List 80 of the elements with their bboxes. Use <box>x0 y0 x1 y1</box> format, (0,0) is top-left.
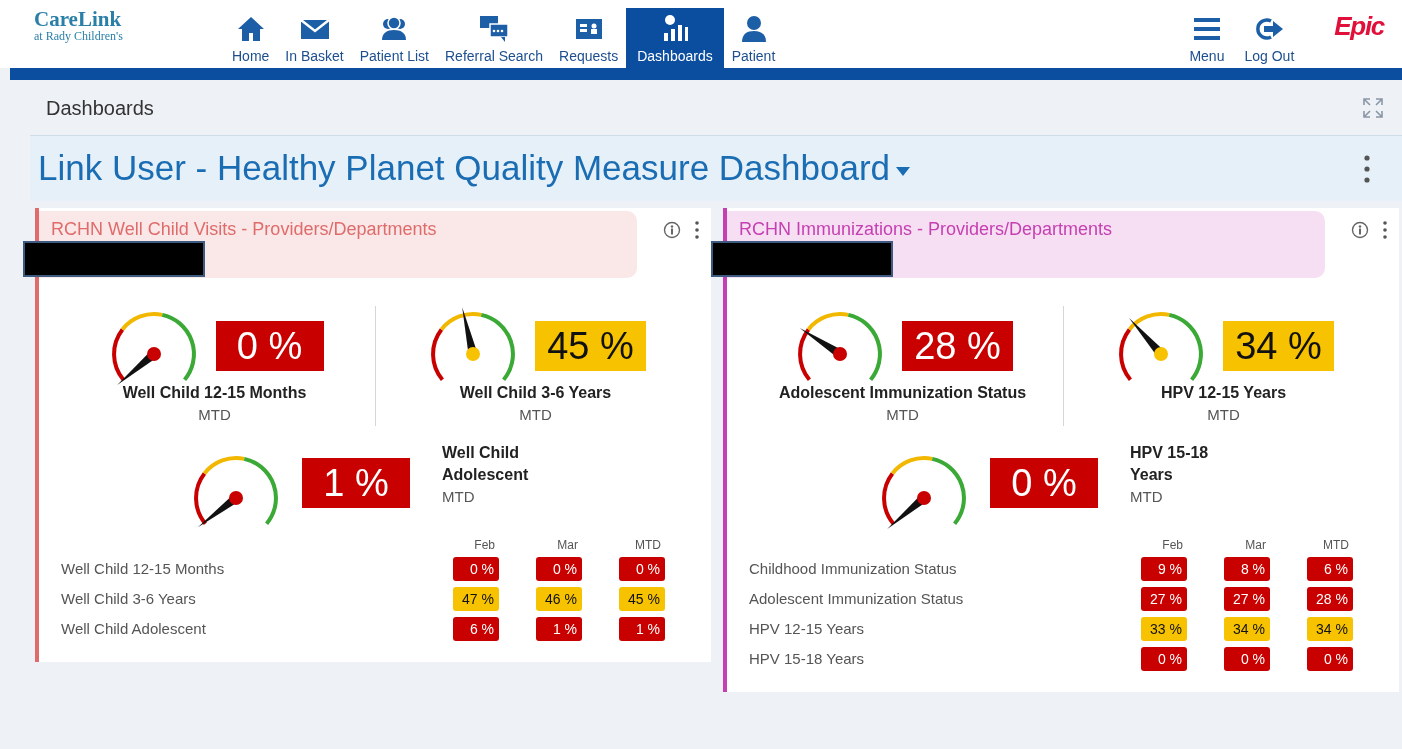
nav-tab[interactable]: In Basket <box>277 8 352 68</box>
nav-tab[interactable]: Dashboards <box>626 8 724 68</box>
value-cell: 6 % <box>453 617 499 641</box>
nav-button[interactable]: Log Out <box>1244 8 1295 68</box>
row-label: Adolescent Immunization Status <box>749 588 965 609</box>
value-tile: 34 % <box>1223 321 1334 371</box>
measure-name: Well Child Adolescent <box>442 443 530 485</box>
measure-name: Well Child 12-15 Months <box>121 383 308 403</box>
brand-logo: Epic <box>1334 10 1384 43</box>
gauge-needle <box>799 328 848 361</box>
value-cell: 1 % <box>619 617 665 641</box>
value-cell: 0 % <box>453 557 499 581</box>
measure-period: MTD <box>198 405 231 425</box>
nav-tab[interactable]: Home <box>224 8 278 68</box>
row-label: Childhood Immunization Status <box>749 558 958 579</box>
more-icon[interactable] <box>1383 221 1387 239</box>
measure-period: MTD <box>442 487 476 507</box>
column-header: MTD <box>1322 537 1350 554</box>
expand-icon[interactable] <box>1362 96 1384 119</box>
measure-period: MTD <box>1207 405 1240 425</box>
value-cell: 0 % <box>536 557 582 581</box>
measure-name: HPV 12-15 Years <box>1159 383 1288 403</box>
value-tile: 0 % <box>990 458 1098 508</box>
nav-tab[interactable]: Referral Search <box>437 8 552 68</box>
value-cell: 34 % <box>1307 617 1353 641</box>
value-cell: 34 % <box>1224 617 1270 641</box>
chat-bubbles-icon <box>479 14 509 44</box>
column-header: Mar <box>556 537 579 554</box>
value-cell: 27 % <box>1224 587 1270 611</box>
nav-tab[interactable]: Patient <box>723 8 784 68</box>
page-title: Dashboards <box>46 95 154 121</box>
info-icon[interactable] <box>1351 221 1369 239</box>
measure-period: MTD <box>519 405 552 425</box>
measure-period: MTD <box>1130 487 1164 507</box>
value-tile: 45 % <box>535 321 646 371</box>
value-cell: 45 % <box>619 587 665 611</box>
panel-title: RCHN Well Child Visits - Providers/Departments <box>51 219 437 239</box>
value-tile: 28 % <box>902 321 1013 371</box>
more-icon[interactable] <box>695 221 699 239</box>
measure-period: MTD <box>886 405 919 425</box>
value-cell: 8 % <box>1224 557 1270 581</box>
column-header: MTD <box>634 537 662 554</box>
column-header: Feb <box>1161 537 1184 554</box>
value-cell: 0 % <box>1141 647 1187 671</box>
value-cell: 0 % <box>1224 647 1270 671</box>
nav-tab[interactable]: Requests <box>551 8 627 68</box>
row-label: HPV 15-18 Years <box>749 648 866 669</box>
value-tile: 1 % <box>302 458 410 508</box>
column-header: Mar <box>1244 537 1267 554</box>
gauge-needle <box>197 491 243 528</box>
panel-title: RCHN Immunizations - Providers/Departments <box>739 219 1113 239</box>
info-icon[interactable] <box>663 221 681 239</box>
value-cell: 47 % <box>453 587 499 611</box>
logo-subtitle: at Rady Children's <box>34 30 124 43</box>
caret-icon[interactable] <box>896 167 911 176</box>
value-tile: 0 % <box>215 321 324 371</box>
value-cell: 33 % <box>1141 617 1187 641</box>
measure-name: Well Child 3-6 Years <box>458 383 613 403</box>
row-label: Well Child 12-15 Months <box>61 558 226 579</box>
value-cell: 46 % <box>536 587 582 611</box>
row-label: Well Child 3-6 Years <box>61 588 197 609</box>
value-cell: 27 % <box>1141 587 1187 611</box>
row-label: Well Child Adolescent <box>61 618 207 639</box>
more-icon[interactable] <box>1364 154 1370 183</box>
measure-name: HPV 15-18 Years <box>1130 443 1210 485</box>
gauge-needle <box>1129 318 1169 361</box>
nav-tab[interactable]: Patient List <box>351 8 437 68</box>
value-cell: 1 % <box>536 617 582 641</box>
value-cell: 28 % <box>1307 587 1353 611</box>
logo-name: CareLink <box>34 8 123 30</box>
gauge-needle <box>462 307 481 361</box>
value-cell: 0 % <box>619 557 665 581</box>
value-cell: 9 % <box>1141 557 1187 581</box>
value-cell: 6 % <box>1307 557 1353 581</box>
row-label: HPV 12-15 Years <box>749 618 866 639</box>
value-cell: 0 % <box>1307 647 1353 671</box>
measure-name: Adolescent Immunization Status <box>777 383 1028 403</box>
gauge-needle <box>887 491 931 529</box>
column-header: Feb <box>473 537 496 554</box>
nav-button[interactable]: Menu <box>1189 8 1225 68</box>
